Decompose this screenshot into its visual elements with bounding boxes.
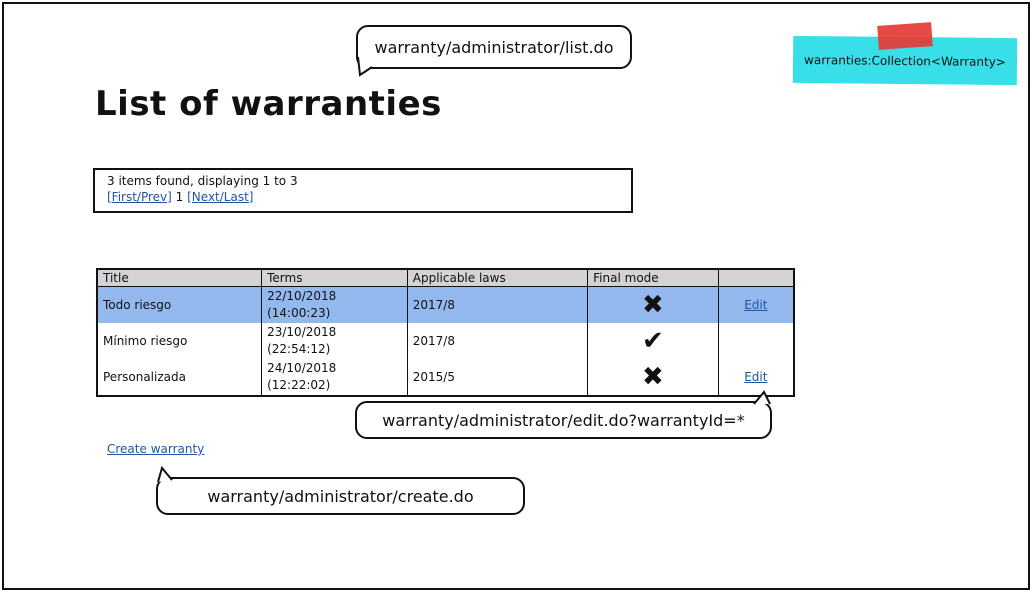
cell-terms: 22/10/2018 (14:00:23) [261,286,408,323]
terms-time: (12:22:02) [267,378,331,392]
cell-laws: 2015/5 [406,359,588,396]
pagination-links: [First/Prev] 1 [Next/Last] [107,189,619,205]
pagination-box: 3 items found, displaying 1 to 3 [First/… [93,168,633,213]
sticky-note-text: warranties:Collection<Warranty> [804,52,1006,69]
terms-date: 24/10/2018 [267,361,337,375]
table-row[interactable]: Mínimo riesgo 23/10/2018 (22:54:12) 2017/… [97,323,794,359]
cell-title: Todo riesgo [97,286,262,323]
cell-title: Mínimo riesgo [103,333,188,348]
url-callout-list-tail [357,56,373,77]
url-callout-edit: warranty/administrator/edit.do?warrantyI… [355,401,772,439]
cell-laws: 2017/8 [406,286,588,323]
page-title: List of warranties [95,84,442,124]
terms-date: 23/10/2018 [267,325,337,339]
url-callout-create-tail [157,465,173,483]
table-row[interactable]: Personalizada 24/10/2018 (12:22:02) 2015/… [97,359,794,396]
next-last-link[interactable]: [Next/Last] [187,190,253,204]
warranties-table: Title Terms Applicable laws Final mode T… [96,268,795,397]
pagination-summary: 3 items found, displaying 1 to 3 [107,174,298,188]
final-mode-cross-icon: ✖ [587,359,719,396]
cell-title: Personalizada [103,369,186,384]
url-callout-create-text: warranty/administrator/create.do [207,486,474,506]
first-prev-link[interactable]: [First/Prev] [107,190,172,204]
cell-edit [717,323,794,359]
edit-link[interactable]: Edit [744,298,767,312]
column-header-terms[interactable]: Terms [261,269,408,287]
terms-time: (14:00:23) [267,306,331,320]
cell-edit: Edit [717,286,794,323]
cell-terms: 24/10/2018 (12:22:02) [261,359,408,396]
edit-link[interactable]: Edit [744,370,767,384]
current-page: 1 [171,190,188,204]
url-callout-list-text: warranty/administrator/list.do [374,37,614,57]
column-header-title[interactable]: Title [97,269,262,287]
cell-terms: 23/10/2018 (22:54:12) [261,323,408,359]
terms-date: 22/10/2018 [267,289,337,303]
final-mode-check-icon: ✔ [587,323,719,359]
column-header-laws[interactable]: Applicable laws [406,269,588,287]
column-header-final-mode[interactable]: Final mode [587,269,719,287]
create-warranty-link[interactable]: Create warranty [107,442,204,456]
column-header-actions [717,269,794,287]
url-callout-edit-tail [753,390,771,405]
url-callout-create: warranty/administrator/create.do [156,477,525,515]
table-row[interactable]: Todo riesgo 22/10/2018 (14:00:23) 2017/8 … [97,286,794,323]
terms-time: (22:54:12) [267,342,331,356]
table-header-row: Title Terms Applicable laws Final mode [97,269,794,287]
final-mode-cross-icon: ✖ [587,286,719,323]
cell-laws: 2017/8 [406,323,588,359]
url-callout-edit-text: warranty/administrator/edit.do?warrantyI… [382,410,745,430]
url-callout-list: warranty/administrator/list.do [356,25,632,69]
tape-strip [877,22,933,50]
